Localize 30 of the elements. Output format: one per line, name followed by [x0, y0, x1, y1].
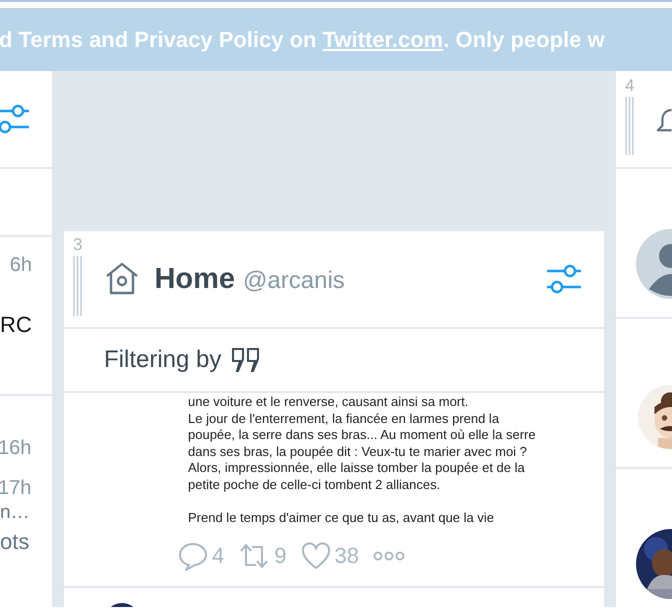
column-title: Home — [154, 262, 236, 296]
more-icon[interactable] — [372, 550, 405, 561]
count: 38 — [334, 542, 359, 569]
timestamp: 6h — [10, 253, 33, 277]
text: RC — [0, 313, 33, 337]
heart-icon[interactable] — [300, 542, 330, 570]
text: Le jour de l'enterrement, la fiancée en larmes prend la — [188, 410, 500, 428]
home-icon — [104, 261, 140, 297]
drag-handle[interactable] — [73, 256, 82, 316]
text: Alors, impressionnée, elle laisse tomber la poupée et de la — [188, 460, 526, 477]
text: ots — [0, 530, 30, 554]
count: 4 — [212, 542, 224, 569]
text: Prend le temps d'aimer ce que tu as, avant que la vie — [188, 510, 495, 527]
link[interactable]: Twitter.com — [322, 27, 444, 52]
filter-settings-icon[interactable] — [0, 102, 30, 136]
banner-text: d Terms and Privacy Policy on Twitter.com. Only people w — [0, 27, 605, 53]
column-number: 4 — [625, 77, 634, 95]
text: une voiture et le renverse, causant ainsi sa mort. — [188, 394, 470, 411]
drag-handle[interactable] — [625, 97, 634, 155]
text: poupée, la serre dans ses bras... Au moment où elle la serre — [188, 427, 537, 444]
quote-icon — [231, 347, 262, 373]
text: petite poche de celle-ci tombent 2 alliances. — [188, 476, 442, 494]
account-handle: @arcanis — [243, 267, 345, 295]
count: 9 — [274, 542, 286, 569]
filter-settings-icon[interactable] — [546, 262, 582, 296]
filter-label: Filtering by — [104, 346, 222, 374]
text: n… — [0, 504, 31, 522]
column-number: 3 — [73, 236, 82, 254]
reply-icon[interactable] — [178, 540, 208, 571]
text: dans ses bras, la poupée dit : Veux-tu te marier avec moi ? — [188, 444, 528, 460]
